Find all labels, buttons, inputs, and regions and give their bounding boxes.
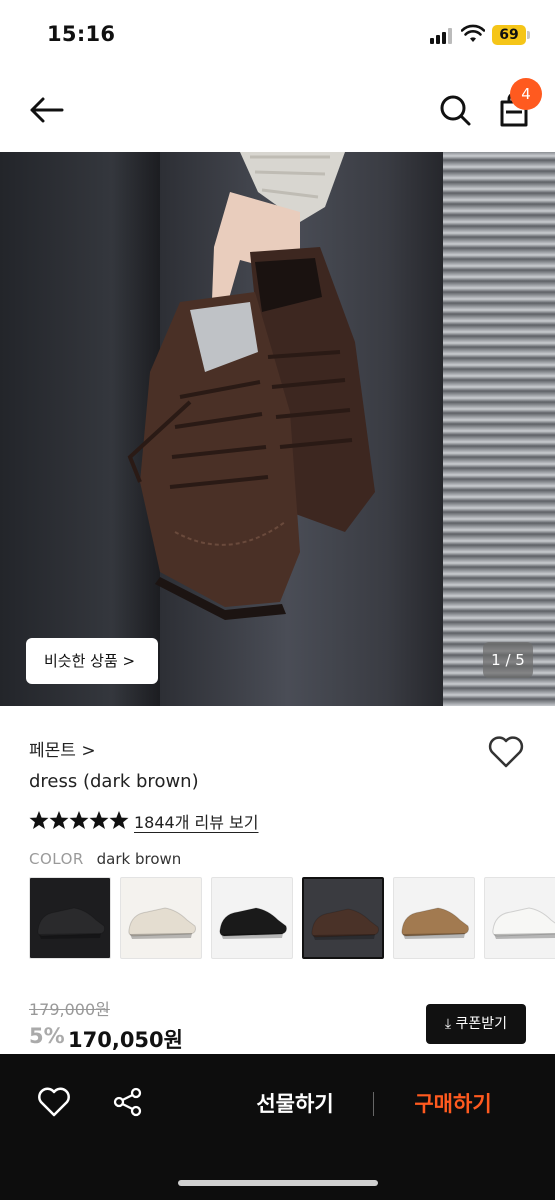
status-bar: 15:16 69 [0,0,555,70]
divider [373,1092,374,1116]
battery-tip [527,31,530,39]
color-swatch-cream[interactable] [120,877,202,959]
image-page-indicator: 1 / 5 [483,642,533,678]
star-icon [29,811,49,829]
heart-icon[interactable] [487,734,525,770]
signal-icon [430,28,454,44]
color-value: dark brown [96,850,182,868]
gift-button[interactable]: 선물하기 [234,1088,356,1122]
coupon-button[interactable]: ⤓ 쿠폰받기 [426,1004,526,1044]
product-hero-image[interactable]: 비슷한 상품 > 1 / 5 [0,152,555,706]
original-price: 179,000원 [29,1000,110,1019]
bottom-action-bar: 선물하기 구매하기 [0,1054,555,1200]
discount-rate: 5% [29,1024,65,1048]
swatch-shoe-thumbnail [37,907,105,939]
home-indicator [178,1180,378,1186]
swatch-shoe-thumbnail [219,907,287,939]
color-swatch-black[interactable] [211,877,293,959]
share-icon[interactable] [112,1086,144,1118]
wifi-icon [461,24,485,42]
color-swatch-black-box[interactable] [29,877,111,959]
heart-icon[interactable] [36,1084,72,1120]
back-arrow-icon[interactable] [26,90,66,130]
review-link[interactable]: 1844개 리뷰 보기 [134,809,259,833]
product-name: dress (dark brown) [29,771,199,792]
battery-indicator: 69 [492,25,526,45]
color-swatches [29,877,555,961]
brand-link[interactable]: 페몬트 > [29,736,96,761]
star-icon [49,811,69,829]
color-swatch-tan[interactable] [393,877,475,959]
buy-button[interactable]: 구매하기 [392,1088,514,1122]
star-icon [109,811,129,829]
color-label: COLOR [29,850,84,868]
search-icon[interactable] [436,90,474,130]
color-row: COLOR dark brown [29,850,181,868]
status-time: 15:16 [47,22,116,46]
swatch-shoe-thumbnail [128,907,196,939]
sale-price: 170,050원 [68,1028,183,1052]
shoes-illustration [127,152,375,620]
app-header [0,70,555,152]
swatch-shoe-thumbnail [492,907,555,939]
color-swatch-dark-brown[interactable] [302,877,384,959]
swatch-shoe-thumbnail [311,908,379,940]
swatch-shoe-thumbnail [401,907,469,939]
similar-products-button[interactable]: 비슷한 상품 > [26,638,158,684]
color-swatch-white[interactable] [484,877,555,959]
rating-stars [29,811,129,829]
star-icon [69,811,89,829]
cart-count-badge: 4 [510,78,542,110]
star-icon [89,811,109,829]
